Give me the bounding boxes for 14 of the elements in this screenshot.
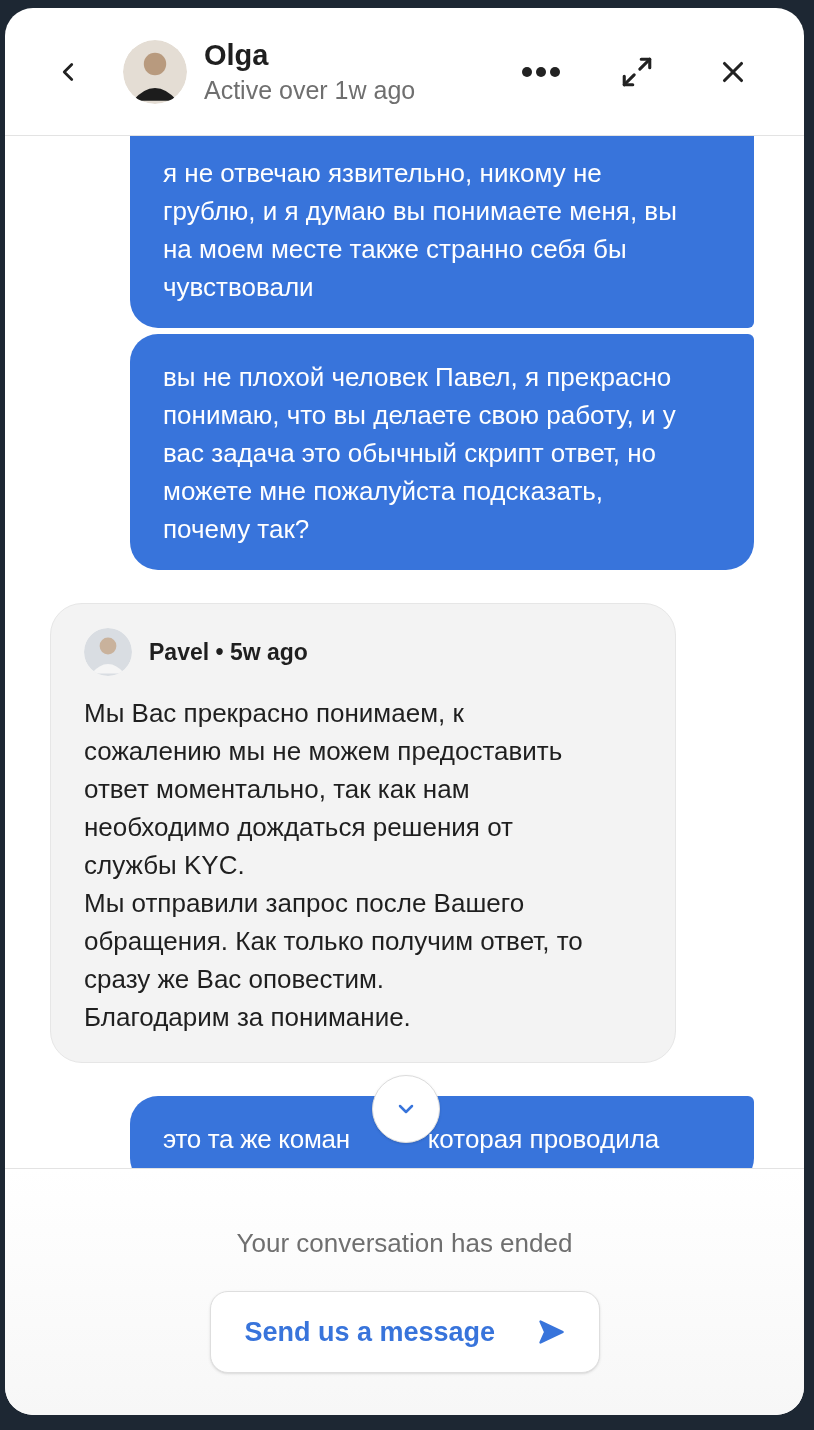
send-icon [536,1318,565,1346]
contact-name: Olga [204,37,270,73]
message-author: Pavel • 5w ago [149,637,308,667]
sent-message: я не отвечаю язвительно, никому не грублю, и я думаю вы понимаете меня, вы на моем месте также странно себя бы чувствовали [130,136,754,328]
more-icon [522,66,560,77]
contact-avatar [123,39,187,104]
contact-status: Active over 1w ago [204,74,416,106]
conversation-ended-notice: Your conversation has ended [236,1227,573,1260]
sent-message: вы не плохой человек Павел, я прекрасно понимаю, что вы делаете свою работу, и у вас задача это обычный скрипт ответ, но можете мне пожалуйста подсказать, почему так? [130,334,754,570]
agent-avatar [84,628,132,676]
message-text: Мы Вас прекрасно понимаем, к сожалению мы не можем предоставить ответ моментально, так как нам необходимо дождаться решения от службы KYC. Мы отправили запрос после Вашего обращения. Как только получим ответ, то сразу же Вас оповестим. Благодарим за понимание. [84,697,584,1034]
send-message-button[interactable]: Send us a message [209,1291,600,1373]
message-text: которая проводила [427,1123,660,1156]
message-text: это та же коман [163,1123,350,1156]
